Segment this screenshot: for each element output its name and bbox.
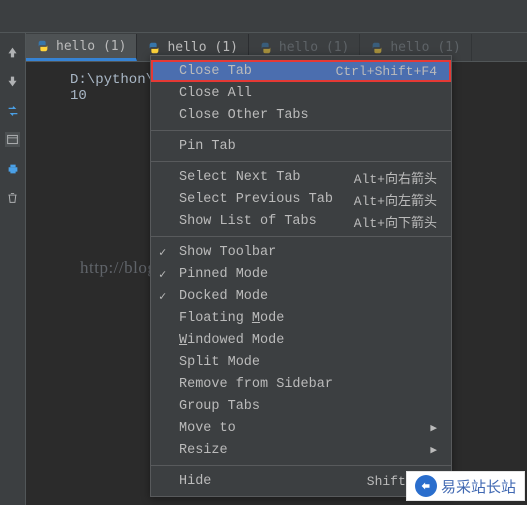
menu-item-label: Close All xyxy=(179,86,437,101)
menu-item-label: Close Other Tabs xyxy=(179,108,437,123)
menu-item-label: Pin Tab xyxy=(179,139,437,154)
menu-resize[interactable]: Resize ▶ xyxy=(151,439,451,461)
window-titlebar xyxy=(0,0,527,33)
menu-item-shortcut: Alt+向下箭头 xyxy=(354,212,437,231)
menu-item-shortcut: Ctrl+Shift+F4 xyxy=(336,64,437,79)
menu-separator xyxy=(151,465,451,466)
menu-floating-mode[interactable]: Floating Mode xyxy=(151,307,451,329)
titlebar-spacer xyxy=(0,0,26,32)
python-file-icon xyxy=(259,41,273,55)
tab-label: hello (1) xyxy=(56,39,126,54)
menu-split-mode[interactable]: Split Mode xyxy=(151,351,451,373)
menu-close-tab[interactable]: Close Tab Ctrl+Shift+F4 xyxy=(151,60,451,82)
menu-separator xyxy=(151,236,451,237)
menu-item-shortcut: Alt+向右箭头 xyxy=(354,168,437,187)
menu-item-label: Close Tab xyxy=(179,64,336,79)
menu-item-label: Hide xyxy=(179,474,367,489)
layout-icon[interactable] xyxy=(5,132,20,147)
check-icon: ✓ xyxy=(159,245,166,260)
menu-item-label: Floating Mode xyxy=(179,311,437,326)
submenu-arrow-icon: ▶ xyxy=(430,421,437,435)
menu-show-toolbar[interactable]: ✓ Show Toolbar xyxy=(151,241,451,263)
trash-icon[interactable] xyxy=(5,190,20,205)
menu-move-to[interactable]: Move to ▶ xyxy=(151,417,451,439)
menu-close-other[interactable]: Close Other Tabs xyxy=(151,104,451,126)
tab-label: hello (1) xyxy=(390,40,460,55)
check-icon: ✓ xyxy=(159,289,166,304)
python-file-icon xyxy=(36,39,50,53)
menu-item-label: Docked Mode xyxy=(179,289,437,304)
site-badge-text: 易采站长站 xyxy=(441,476,516,497)
editor-gutter xyxy=(44,72,70,104)
menu-remove-sidebar[interactable]: Remove from Sidebar xyxy=(151,373,451,395)
site-badge: 易采站长站 xyxy=(406,471,525,501)
menu-show-list-tabs[interactable]: Show List of Tabs Alt+向下箭头 xyxy=(151,210,451,232)
swap-icon[interactable] xyxy=(5,103,20,118)
menu-item-shortcut: Alt+向左箭头 xyxy=(354,190,437,209)
menu-select-next-tab[interactable]: Select Next Tab Alt+向右箭头 xyxy=(151,166,451,188)
menu-item-label: Resize xyxy=(179,443,430,458)
menu-item-label: Select Previous Tab xyxy=(179,192,354,207)
site-badge-icon xyxy=(415,475,437,497)
submenu-arrow-icon: ▶ xyxy=(430,443,437,457)
editor-tab[interactable]: hello (1) xyxy=(26,34,137,61)
menu-docked-mode[interactable]: ✓ Docked Mode xyxy=(151,285,451,307)
menu-select-prev-tab[interactable]: Select Previous Tab Alt+向左箭头 xyxy=(151,188,451,210)
menu-separator xyxy=(151,161,451,162)
menu-item-label: Group Tabs xyxy=(179,399,437,414)
menu-item-label: Show Toolbar xyxy=(179,245,437,260)
menu-item-label: Pinned Mode xyxy=(179,267,437,282)
tab-context-menu: Close Tab Ctrl+Shift+F4 Close All Close … xyxy=(150,55,452,497)
python-file-icon xyxy=(147,41,161,55)
menu-item-label: Select Next Tab xyxy=(179,170,354,185)
arrow-up-icon[interactable] xyxy=(5,45,20,60)
python-file-icon xyxy=(370,41,384,55)
menu-item-label: Remove from Sidebar xyxy=(179,377,437,392)
left-toolbar xyxy=(0,33,26,505)
menu-pinned-mode[interactable]: ✓ Pinned Mode xyxy=(151,263,451,285)
menu-item-label: Show List of Tabs xyxy=(179,214,354,229)
menu-item-label: Windowed Mode xyxy=(179,333,437,348)
menu-separator xyxy=(151,130,451,131)
menu-windowed-mode[interactable]: Windowed Mode xyxy=(151,329,451,351)
arrow-down-icon[interactable] xyxy=(5,74,20,89)
menu-close-all[interactable]: Close All xyxy=(151,82,451,104)
menu-item-label: Move to xyxy=(179,421,430,436)
print-icon[interactable] xyxy=(5,161,20,176)
menu-pin-tab[interactable]: Pin Tab xyxy=(151,135,451,157)
tab-label: hello (1) xyxy=(279,40,349,55)
tab-label: hello (1) xyxy=(167,40,237,55)
menu-item-label: Split Mode xyxy=(179,355,437,370)
check-icon: ✓ xyxy=(159,267,166,282)
menu-group-tabs[interactable]: Group Tabs xyxy=(151,395,451,417)
